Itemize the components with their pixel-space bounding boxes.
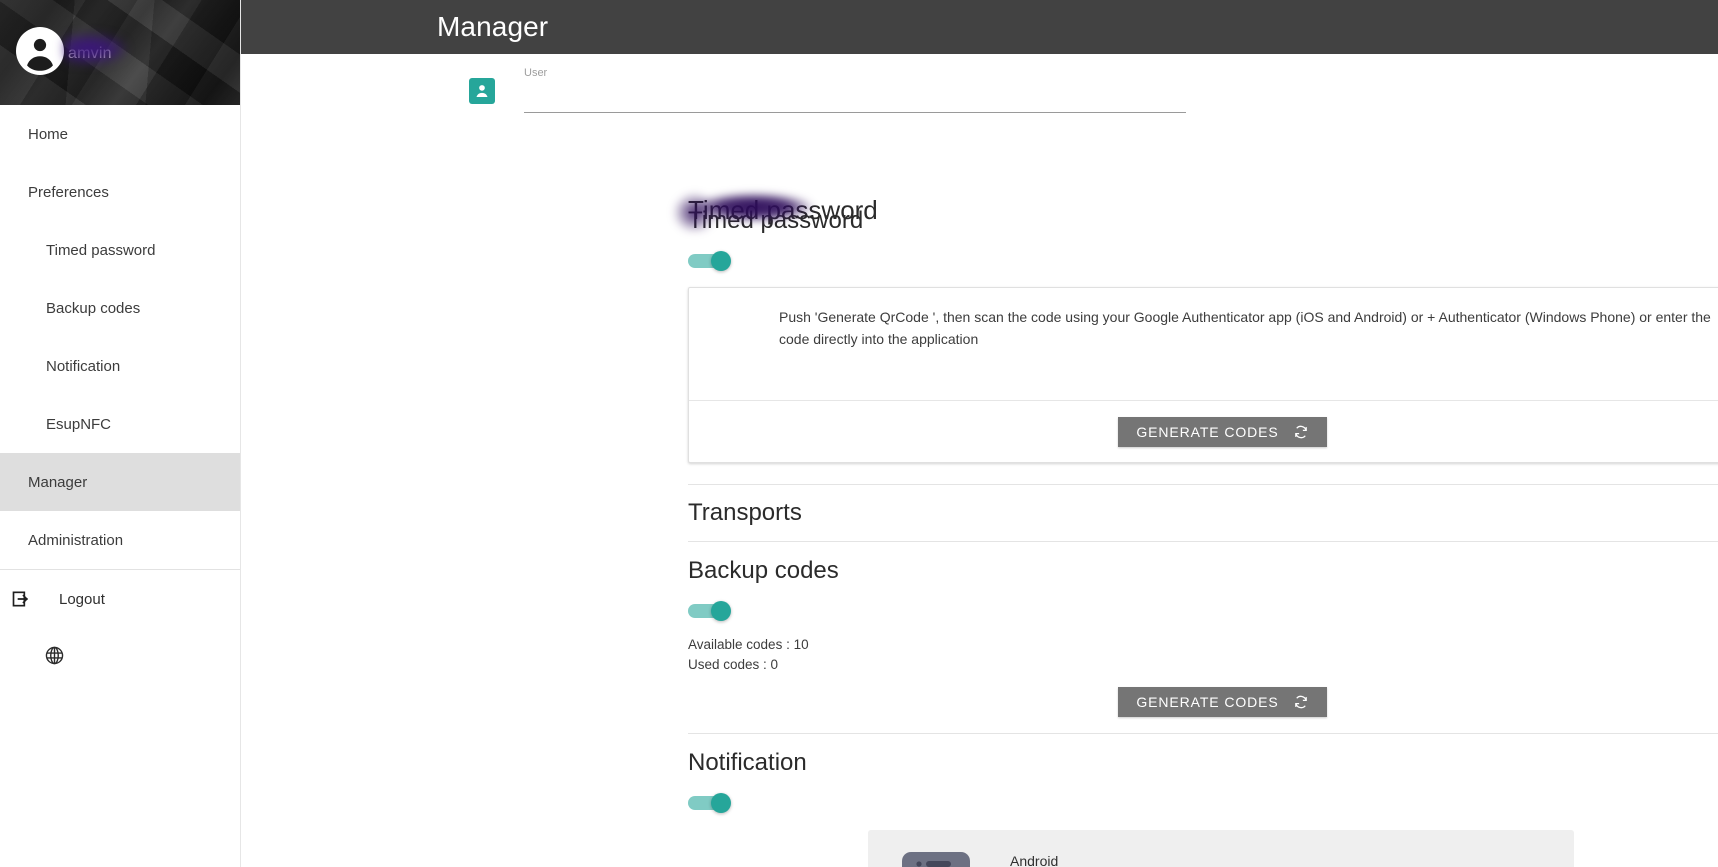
device-info-rows: Android motorola moto g(30): [1010, 848, 1552, 867]
sidebar-item-logout[interactable]: Logout: [0, 570, 240, 628]
generate-codes-label: GENERATE CODES: [1136, 694, 1279, 710]
sidebar-profile-header: amvin: [0, 0, 240, 105]
contact-card-icon: [469, 78, 495, 104]
available-codes-text: Available codes : 10: [688, 637, 809, 652]
globe-icon: [44, 645, 65, 671]
sidebar-item-esupnfc[interactable]: EsupNFC: [0, 395, 240, 453]
backup-codes-divider: [688, 733, 1718, 734]
sidebar-item-label: Preferences: [28, 183, 109, 201]
sidebar-item-notification[interactable]: Notification: [0, 337, 240, 395]
notification-toggle[interactable]: [688, 793, 734, 813]
timed-password-description: Push 'Generate QrCode ', then scan the c…: [779, 309, 1711, 347]
sidebar-username-text: amvin: [68, 45, 112, 62]
logout-label: Logout: [59, 590, 105, 608]
notification-section: Notification Android: [688, 748, 1718, 867]
backup-codes-title: Backup codes: [688, 557, 839, 584]
app-root: amvin Home Preferences Timed password Ba…: [0, 0, 1718, 867]
device-row-os: Android: [1010, 848, 1552, 867]
sidebar-item-label: Administration: [28, 531, 124, 549]
sidebar-nav: Home Preferences Timed password Backup c…: [0, 105, 240, 688]
notification-title: Notification: [688, 749, 807, 776]
backup-codes-section: Backup codes Available codes : 10 Used c…: [688, 556, 1718, 734]
toggle-knob: [711, 251, 731, 271]
backup-codes-toggle[interactable]: [688, 601, 734, 621]
refresh-icon: [1293, 694, 1309, 710]
sidebar-item-label: Timed password: [46, 241, 156, 259]
refresh-icon: [1293, 424, 1309, 440]
transports-divider-top: [688, 484, 1718, 485]
timed-password-card: Push 'Generate QrCode ', then scan the c…: [688, 287, 1718, 463]
content-scroll-area: User Timed password Timed password Push …: [241, 54, 1718, 867]
sidebar-item-home[interactable]: Home: [0, 105, 240, 163]
timed-password-section: Timed password Push 'Generate QrCode ', …: [688, 206, 1718, 463]
transports-section: Transports: [688, 484, 1718, 542]
user-field-group: User: [469, 54, 1718, 113]
logout-icon: [11, 588, 45, 610]
transports-title: Transports: [688, 499, 802, 526]
user-input[interactable]: [524, 80, 1186, 113]
used-codes-text: Used codes : 0: [688, 657, 779, 672]
sidebar-item-timed-password[interactable]: Timed password: [0, 221, 240, 279]
sidebar-item-administration[interactable]: Administration: [0, 511, 240, 569]
redacted-section-title: Timed password: [688, 195, 878, 225]
timed-password-card-actions: GENERATE CODES: [689, 400, 1718, 462]
generate-codes-button-totp[interactable]: GENERATE CODES: [1118, 416, 1327, 447]
main-content: Manager User Timed password Timed passwo…: [241, 0, 1718, 867]
sidebar-item-preferences[interactable]: Preferences: [0, 163, 240, 221]
device-card: Android motorola moto g(30): [868, 830, 1574, 867]
sidebar-item-label: Notification: [46, 357, 121, 375]
toggle-knob: [711, 601, 731, 621]
sidebar-item-language[interactable]: [0, 628, 240, 688]
transports-divider-bottom: [688, 541, 1718, 542]
user-avatar-icon: [19, 30, 61, 72]
sidebar-item-label: Home: [28, 125, 69, 143]
toggle-knob: [711, 793, 731, 813]
timed-password-toggle[interactable]: [688, 251, 734, 271]
user-input-label: User: [524, 67, 548, 79]
top-app-bar: Manager: [241, 0, 1718, 54]
smartphone-icon: [898, 850, 974, 867]
generate-codes-label: GENERATE CODES: [1136, 423, 1279, 440]
sidebar-item-label: Backup codes: [46, 299, 141, 317]
user-input-wrapper: User: [524, 66, 1186, 113]
sidebar-item-label: EsupNFC: [46, 415, 112, 433]
page-title: Manager: [437, 11, 549, 42]
backup-codes-actions: GENERATE CODES: [688, 687, 1718, 717]
sidebar-username: amvin: [68, 42, 112, 66]
avatar: [16, 27, 64, 75]
generate-codes-button-backup[interactable]: GENERATE CODES: [1118, 687, 1327, 717]
sidebar-item-manager[interactable]: Manager: [0, 453, 240, 511]
sidebar-item-label: Manager: [28, 473, 88, 491]
sidebar: amvin Home Preferences Timed password Ba…: [0, 0, 241, 867]
sidebar-item-backup-codes[interactable]: Backup codes: [0, 279, 240, 337]
